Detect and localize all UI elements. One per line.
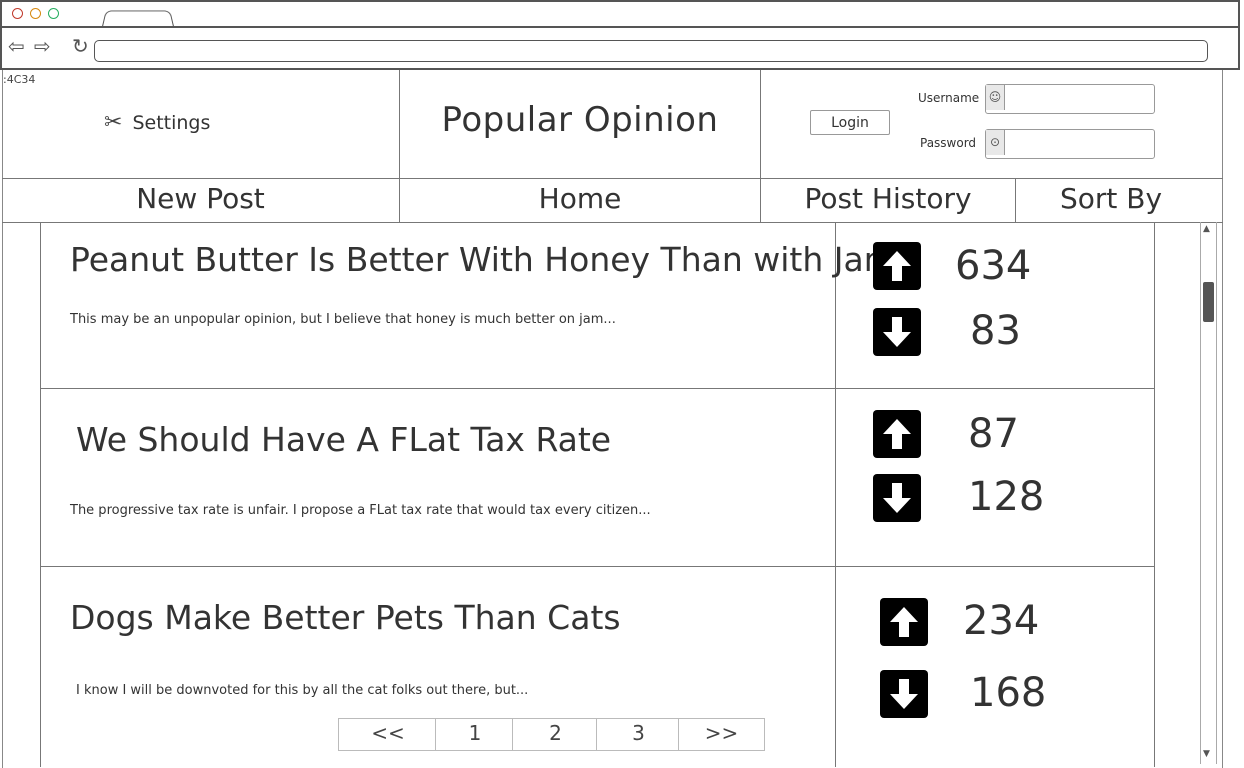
tab-home[interactable]: Home — [400, 178, 760, 222]
downvote-button[interactable] — [873, 474, 921, 522]
username-field[interactable]: ☺ — [985, 84, 1155, 114]
maximize-window-dot[interactable] — [48, 8, 59, 19]
upvote-button[interactable] — [873, 410, 921, 458]
header-divider — [760, 70, 761, 178]
page-2-button[interactable]: 2 — [512, 718, 599, 751]
scroll-down-arrow-icon[interactable]: ▼ — [1203, 749, 1210, 759]
password-label: Password — [920, 136, 977, 150]
close-window-dot[interactable] — [12, 8, 23, 19]
downvote-button[interactable] — [880, 670, 928, 718]
user-icon: ☺ — [986, 85, 1005, 110]
post-excerpt: The progressive tax rate is unfair. I pr… — [70, 503, 651, 518]
settings-button[interactable]: ✂ Settings — [104, 110, 210, 135]
post-separator — [40, 388, 1154, 389]
page-label: :4C34 — [3, 73, 36, 86]
address-bar[interactable] — [94, 40, 1208, 62]
tab-post-history[interactable]: Post History — [761, 178, 1015, 222]
minimize-window-dot[interactable] — [30, 8, 41, 19]
page-frame — [2, 70, 1223, 768]
list-right-border — [1154, 222, 1155, 767]
chrome-divider — [2, 26, 1238, 28]
arrow-down-icon — [890, 679, 918, 709]
scroll-up-arrow-icon[interactable]: ▲ — [1203, 224, 1210, 234]
arrow-down-icon — [883, 483, 911, 513]
post-excerpt: This may be an unpopular opinion, but I … — [70, 312, 616, 327]
settings-label: Settings — [132, 111, 211, 134]
tools-icon: ✂ — [104, 110, 123, 135]
page-3-button[interactable]: 3 — [596, 718, 681, 751]
back-arrow-icon[interactable]: ⇦ — [8, 36, 25, 56]
tab-sort-by[interactable]: Sort By — [1016, 178, 1206, 222]
downvote-count: 168 — [970, 670, 1047, 716]
reload-icon[interactable]: ↻ — [72, 36, 89, 56]
app-title: Popular Opinion — [441, 100, 719, 140]
arrow-up-icon — [883, 251, 911, 281]
password-field[interactable]: ⊙ — [985, 129, 1155, 159]
post-title[interactable]: Peanut Butter Is Better With Honey Than … — [70, 240, 896, 279]
lock-icon: ⊙ — [986, 130, 1005, 155]
tab-new-post[interactable]: New Post — [2, 178, 399, 222]
list-left-border — [40, 222, 41, 767]
arrow-up-icon — [883, 419, 911, 449]
scrollbar-thumb[interactable] — [1203, 282, 1214, 322]
upvote-button[interactable] — [880, 598, 928, 646]
username-label: Username — [918, 91, 980, 105]
downvote-count: 83 — [970, 308, 1021, 354]
forward-arrow-icon[interactable]: ⇨ — [34, 36, 51, 56]
upvote-button[interactable] — [873, 242, 921, 290]
post-excerpt: I know I will be downvoted for this by a… — [76, 683, 529, 698]
downvote-count: 128 — [968, 474, 1045, 520]
nav-bottom-line — [2, 222, 1223, 223]
vote-column-divider — [835, 222, 836, 767]
arrow-down-icon — [883, 317, 911, 347]
upvote-count: 634 — [955, 243, 1032, 289]
post-title[interactable]: Dogs Make Better Pets Than Cats — [70, 598, 621, 637]
page-first-button[interactable]: << — [338, 718, 438, 751]
page-last-button[interactable]: >> — [678, 718, 765, 751]
page-1-button[interactable]: 1 — [435, 718, 515, 751]
post-title[interactable]: We Should Have A FLat Tax Rate — [76, 420, 611, 459]
post-separator — [40, 566, 1154, 567]
browser-tab[interactable] — [101, 10, 175, 27]
downvote-button[interactable] — [873, 308, 921, 356]
login-button[interactable]: Login — [810, 110, 890, 135]
upvote-count: 87 — [968, 411, 1019, 457]
arrow-up-icon — [890, 607, 918, 637]
upvote-count: 234 — [963, 598, 1040, 644]
